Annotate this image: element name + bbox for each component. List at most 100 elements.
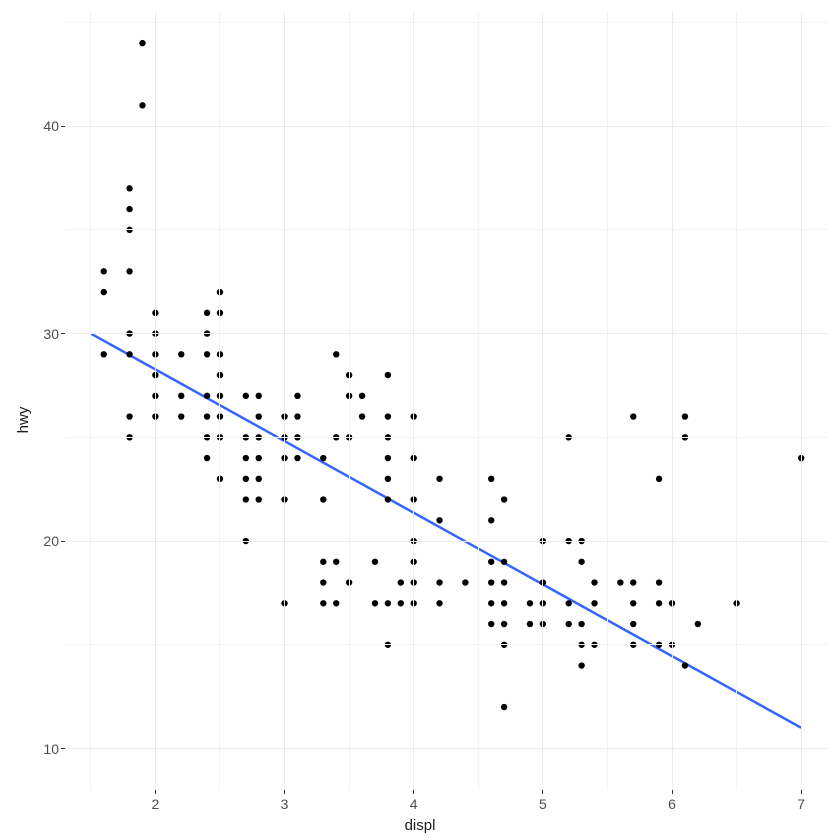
data-point: [320, 579, 326, 585]
data-point: [320, 559, 326, 565]
y-tick-mark: [61, 541, 65, 542]
data-point: [385, 476, 391, 482]
data-point: [565, 600, 571, 606]
data-point: [178, 413, 184, 419]
data-point: [101, 351, 107, 357]
data-point: [462, 579, 468, 585]
y-grid-line: [65, 126, 827, 127]
data-point: [501, 496, 507, 502]
data-point: [101, 268, 107, 274]
data-point: [243, 455, 249, 461]
data-point: [630, 413, 636, 419]
x-tick-label: 6: [668, 796, 676, 812]
y-minor-grid-line: [65, 22, 827, 23]
y-tick-mark: [61, 126, 65, 127]
data-point: [359, 393, 365, 399]
data-point: [256, 476, 262, 482]
y-tick-label: 30: [43, 326, 59, 342]
data-point: [578, 559, 584, 565]
y-tick-mark: [61, 748, 65, 749]
data-point: [578, 621, 584, 627]
data-point: [385, 600, 391, 606]
data-point: [204, 351, 210, 357]
data-point: [385, 496, 391, 502]
x-tick-mark: [672, 790, 673, 794]
data-point: [398, 579, 404, 585]
data-point: [359, 413, 365, 419]
data-point: [126, 268, 132, 274]
x-tick-label: 3: [281, 796, 289, 812]
regression-line: [91, 334, 801, 728]
data-point: [436, 600, 442, 606]
data-point: [256, 496, 262, 502]
data-point: [617, 579, 623, 585]
x-tick-mark: [155, 790, 156, 794]
data-point: [126, 206, 132, 212]
data-point: [656, 476, 662, 482]
data-point: [695, 621, 701, 627]
data-point: [204, 413, 210, 419]
data-point: [294, 393, 300, 399]
y-tick-label: 20: [43, 533, 59, 549]
x-minor-grid-line: [349, 12, 350, 790]
data-point: [204, 455, 210, 461]
x-tick-label: 2: [152, 796, 160, 812]
x-grid-line: [801, 12, 802, 790]
data-point: [488, 517, 494, 523]
y-tick-label: 40: [43, 118, 59, 134]
data-point: [126, 351, 132, 357]
x-tick-label: 4: [410, 796, 418, 812]
data-point: [294, 413, 300, 419]
x-tick-mark: [801, 790, 802, 794]
data-point: [630, 600, 636, 606]
data-point: [436, 476, 442, 482]
y-minor-grid-line: [65, 229, 827, 230]
data-point: [436, 579, 442, 585]
y-minor-grid-line: [65, 437, 827, 438]
x-minor-grid-line: [607, 12, 608, 790]
data-point: [488, 600, 494, 606]
y-grid-line: [65, 541, 827, 542]
y-grid-line: [65, 333, 827, 334]
data-point: [333, 559, 339, 565]
data-point: [294, 455, 300, 461]
data-point: [501, 704, 507, 710]
data-point: [578, 662, 584, 668]
data-point: [656, 579, 662, 585]
data-point: [320, 600, 326, 606]
data-point: [256, 455, 262, 461]
x-minor-grid-line: [90, 12, 91, 790]
data-point: [488, 559, 494, 565]
data-point: [139, 40, 145, 46]
data-point: [139, 102, 145, 108]
data-point: [682, 662, 688, 668]
data-point: [372, 600, 378, 606]
data-point: [501, 559, 507, 565]
data-point: [501, 600, 507, 606]
x-tick-label: 7: [797, 796, 805, 812]
data-point: [101, 289, 107, 295]
x-minor-grid-line: [219, 12, 220, 790]
data-point: [682, 413, 688, 419]
x-tick-label: 5: [539, 796, 547, 812]
x-minor-grid-line: [736, 12, 737, 790]
data-point: [243, 476, 249, 482]
data-point: [501, 579, 507, 585]
y-tick-label: 10: [43, 741, 59, 757]
x-tick-mark: [413, 790, 414, 794]
data-point: [178, 393, 184, 399]
data-point: [565, 621, 571, 627]
data-point: [243, 393, 249, 399]
data-point: [320, 455, 326, 461]
data-point: [372, 559, 378, 565]
data-point: [630, 621, 636, 627]
data-point: [436, 517, 442, 523]
data-point: [488, 621, 494, 627]
x-minor-grid-line: [478, 12, 479, 790]
data-point: [385, 413, 391, 419]
data-point: [591, 600, 597, 606]
data-point: [256, 393, 262, 399]
x-tick-mark: [284, 790, 285, 794]
data-point: [591, 579, 597, 585]
x-grid-line: [155, 12, 156, 790]
